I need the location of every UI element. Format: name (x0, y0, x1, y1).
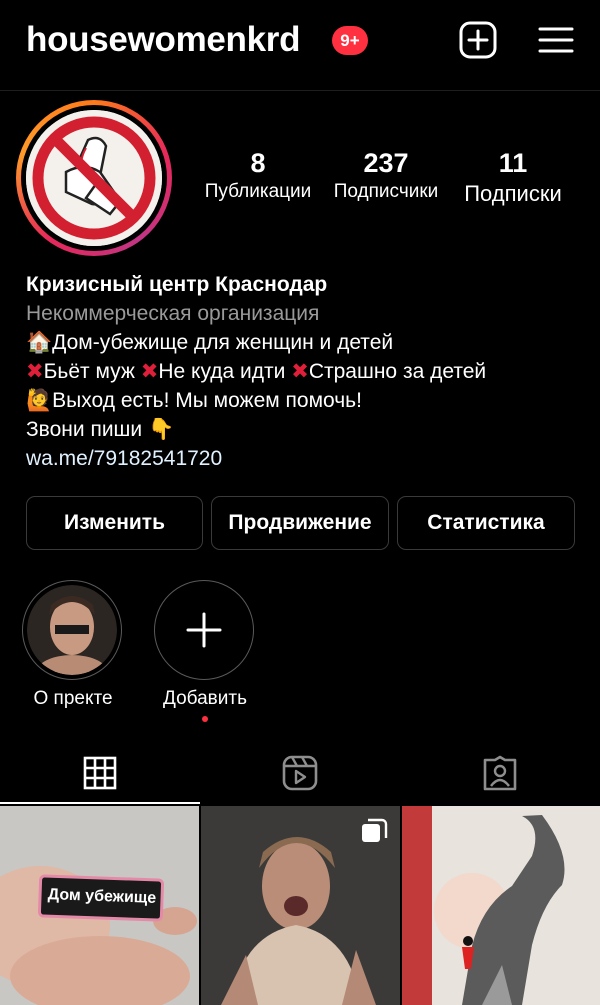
bio-line-4: Звони пиши 👇 (26, 418, 175, 441)
posts-count: 8 (250, 148, 266, 178)
highlight-add[interactable]: Добавить (154, 580, 256, 722)
highlight-cover-image (27, 585, 117, 675)
avatar-image (26, 110, 162, 246)
stat-following[interactable]: 11 Подписки (456, 148, 570, 207)
highlight-label: Добавить (163, 688, 247, 709)
multiple-images-icon (362, 818, 388, 842)
hamburger-menu-icon[interactable] (536, 20, 576, 60)
house-emoji-icon: 🏠 (26, 331, 53, 354)
cross-mark-icon: ✖ (26, 360, 44, 383)
profile-username[interactable]: housewomenkrd (26, 20, 301, 60)
profile-link[interactable]: wa.me/79182541720 (26, 444, 586, 473)
highlight-cover (22, 580, 122, 680)
highlight-add-circle (154, 580, 254, 680)
plus-square-icon[interactable] (458, 20, 498, 60)
tab-reels[interactable] (200, 742, 400, 804)
pointing-down-emoji-icon: 👇 (147, 418, 175, 441)
following-label: Подписки (464, 181, 562, 206)
bio-line-1: 🏠Дом-убежище для женщин и детей (26, 331, 394, 354)
stat-posts[interactable]: 8 Публикации (199, 148, 317, 203)
posts-grid: Дом убежище (0, 806, 600, 1005)
stat-followers[interactable]: 237 Подписчики (326, 148, 446, 203)
promote-button[interactable]: Продвижение (211, 496, 389, 550)
post-thumbnail[interactable] (201, 806, 400, 1005)
post-caption: Дом убежище (47, 886, 157, 907)
new-indicator-dot (202, 716, 208, 722)
grid-icon (83, 756, 117, 790)
edit-profile-button[interactable]: Изменить (26, 496, 203, 550)
plus-icon (186, 612, 222, 648)
profile-category: Некоммерческая организация (26, 302, 320, 325)
tagged-icon (483, 755, 517, 791)
cross-mark-icon: ✖ (291, 360, 309, 383)
profile-tabs (0, 742, 600, 804)
notification-badge[interactable]: 9+ (332, 26, 368, 55)
raising-hand-emoji-icon: 🙋 (26, 389, 53, 412)
top-bar: housewomenkrd 9+ (0, 0, 600, 91)
bio-line-3: 🙋Выход есть! Мы можем помочь! (26, 389, 362, 412)
no-violence-logo-icon (26, 110, 162, 246)
followers-label: Подписчики (333, 181, 439, 202)
bio-line-2: ✖Бьёт муж ✖Не куда идти ✖Страшно за дете… (26, 360, 487, 383)
insights-button[interactable]: Статистика (397, 496, 575, 550)
followers-count: 237 (363, 148, 409, 178)
post-thumbnail[interactable]: Дом убежище (0, 806, 199, 1005)
active-tab-indicator (0, 802, 200, 804)
highlight-about[interactable]: О пректе (22, 580, 124, 710)
posts-label: Публикации (204, 181, 312, 202)
profile-bio: Кризисный центр Краснодар Некоммерческая… (26, 270, 586, 473)
tab-tagged[interactable] (400, 742, 600, 804)
profile-avatar[interactable] (16, 100, 172, 256)
profile-name: Кризисный центр Краснодар (26, 273, 328, 296)
tab-posts-grid[interactable] (0, 742, 200, 804)
reels-icon (282, 755, 318, 791)
following-count: 11 (498, 148, 528, 178)
highlight-label: О пректе (33, 688, 113, 709)
post-thumbnail[interactable] (402, 806, 600, 1005)
post-image (402, 806, 600, 1005)
cross-mark-icon: ✖ (140, 360, 159, 383)
